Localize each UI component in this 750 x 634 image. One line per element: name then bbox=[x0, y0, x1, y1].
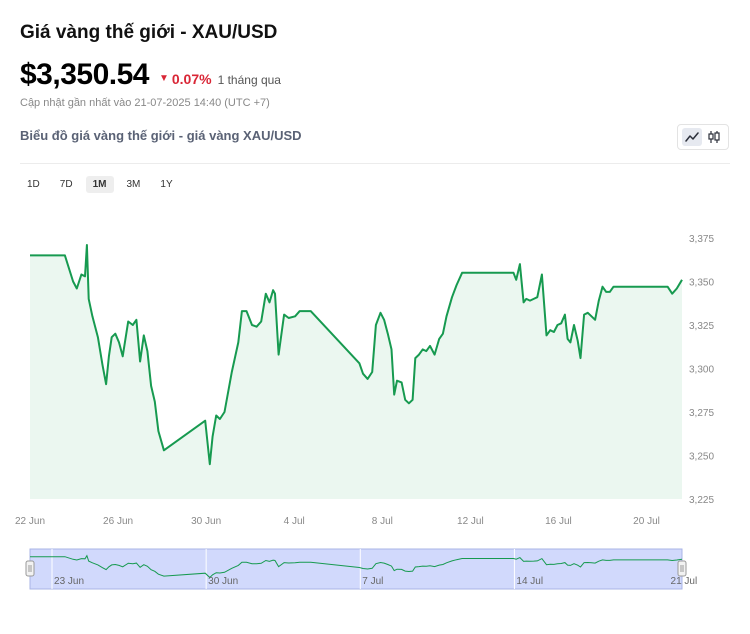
y-tick-label: 3,350 bbox=[689, 278, 714, 289]
navigator-tick-label: 14 Jul bbox=[516, 576, 543, 587]
y-tick-label: 3,275 bbox=[689, 408, 714, 419]
x-tick-label: 16 Jul bbox=[545, 516, 572, 527]
handle-body bbox=[25, 560, 35, 577]
navigator-tick-label: 21 Jul bbox=[671, 576, 698, 587]
y-tick-label: 3,225 bbox=[689, 495, 714, 506]
handle-body bbox=[677, 560, 687, 577]
y-tick-label: 3,325 bbox=[689, 321, 714, 332]
x-tick-label: 20 Jul bbox=[633, 516, 660, 527]
x-tick-label: 22 Jun bbox=[15, 516, 45, 527]
x-tick-label: 8 Jul bbox=[372, 516, 393, 527]
price-area bbox=[30, 245, 682, 499]
navigator-tick-label: 30 Jun bbox=[208, 576, 238, 587]
x-tick-label: 4 Jul bbox=[284, 516, 305, 527]
x-tick-label: 26 Jun bbox=[103, 516, 133, 527]
navigator-tick-label: 23 Jun bbox=[54, 576, 84, 587]
navigator-handle-left[interactable] bbox=[25, 560, 35, 577]
y-tick-label: 3,300 bbox=[689, 365, 714, 376]
x-tick-label: 12 Jul bbox=[457, 516, 484, 527]
navigator-tick-label: 7 Jul bbox=[362, 576, 383, 587]
navigator-window bbox=[29, 548, 683, 590]
price-chart: 3,225 3,250 3,275 3,300 3,325 3,350 3,375 22 Ju… bbox=[15, 234, 714, 590]
navigator-handle-right[interactable] bbox=[677, 560, 687, 577]
y-tick-label: 3,375 bbox=[689, 234, 714, 245]
x-tick-label: 30 Jun bbox=[191, 516, 221, 527]
y-tick-label: 3,250 bbox=[689, 452, 714, 463]
